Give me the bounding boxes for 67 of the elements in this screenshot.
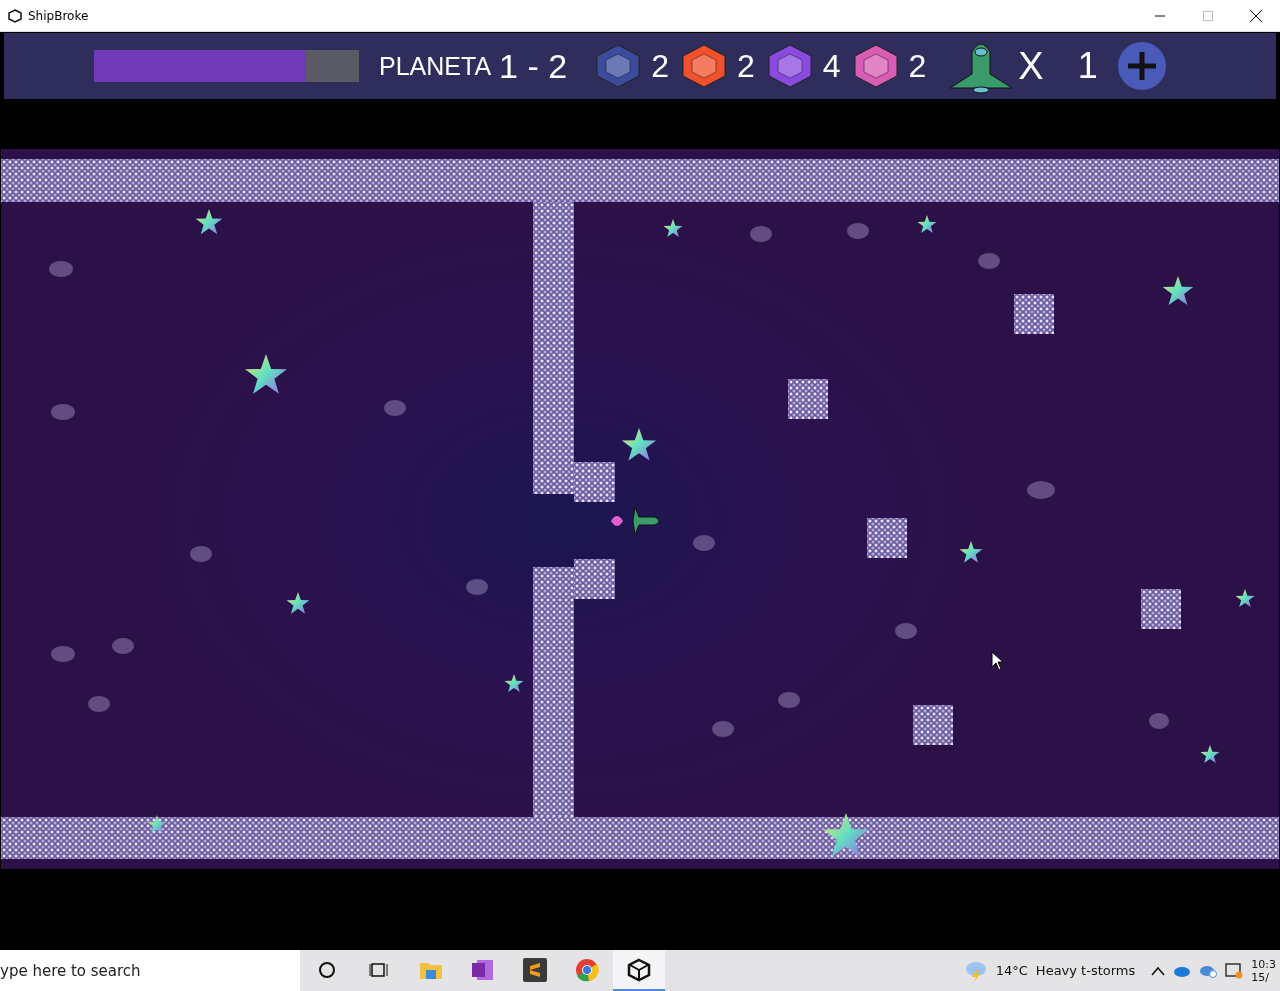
star-icon [917, 215, 937, 235]
cloud-icon[interactable] [1173, 964, 1192, 977]
dust-particle [384, 400, 406, 416]
cloud-icon[interactable] [1199, 963, 1218, 978]
level-label: PLANETA [379, 51, 492, 81]
notebook-icon[interactable] [471, 957, 495, 982]
storm-cloud-icon [963, 959, 988, 982]
rock-block [913, 705, 953, 745]
mouse-cursor-icon [991, 651, 1005, 671]
star-icon [1235, 589, 1255, 609]
window-title: ShipBroke [28, 8, 89, 23]
close-button[interactable] [1250, 9, 1262, 22]
clock-time[interactable]: 10:3 [1251, 957, 1276, 971]
clock-date[interactable]: 15/ [1251, 970, 1276, 984]
dust-particle [466, 579, 488, 595]
dust-particle [51, 646, 75, 662]
dust-particle [112, 638, 134, 654]
gem-count: 2 [736, 47, 755, 85]
star-icon [663, 219, 683, 239]
cube-logo-icon [8, 8, 22, 23]
dust-particle [712, 721, 734, 737]
rock-block [1141, 589, 1181, 629]
gem-count: 2 [651, 47, 669, 85]
dust-particle [895, 623, 917, 639]
gem-icon [680, 44, 727, 88]
star-icon [147, 815, 167, 835]
rock-block [867, 518, 907, 558]
lives-multiplier: X [1018, 44, 1044, 88]
browser-icon[interactable] [575, 957, 599, 982]
dust-particle [88, 696, 110, 712]
dust-particle [778, 692, 800, 708]
star-icon [621, 428, 657, 464]
dust-particle [51, 404, 75, 420]
level-number: 1 - 2 [499, 46, 568, 86]
dust-particle [1027, 481, 1055, 499]
dust-particle [190, 546, 212, 562]
rock-block [1014, 294, 1054, 334]
dust-particle [693, 535, 715, 551]
gem-count: 2 [908, 47, 927, 85]
rock-block [788, 379, 828, 419]
gem-icon [852, 44, 899, 88]
star-icon [959, 541, 983, 565]
star-icon [1200, 745, 1220, 765]
dust-particle [978, 253, 1000, 269]
task-view-icon[interactable] [369, 960, 389, 979]
dust-particle [49, 261, 73, 277]
gem-icon [766, 44, 813, 88]
star-icon [195, 209, 223, 237]
rock-block [574, 559, 615, 599]
circle-icon[interactable] [318, 960, 336, 979]
gem-icon [595, 44, 642, 88]
editor-icon[interactable] [523, 957, 547, 982]
monitor-icon[interactable] [1225, 962, 1244, 979]
cube-logo-icon[interactable] [627, 957, 651, 982]
dust-particle [750, 226, 772, 242]
spaceship-drawing [609, 505, 663, 537]
star-icon [504, 674, 524, 694]
weather-condition: Heavy t-storms [1035, 963, 1136, 978]
rock-block [574, 462, 615, 502]
lives-count: 1 [1077, 45, 1098, 87]
temperature-text: 14°C [995, 963, 1028, 978]
dust-particle [1149, 713, 1169, 729]
chevron-up-icon[interactable] [1151, 965, 1166, 976]
star-icon [286, 592, 310, 616]
add-button[interactable] [1117, 42, 1166, 90]
dust-particle [847, 223, 869, 239]
gem-count: 4 [822, 47, 841, 85]
